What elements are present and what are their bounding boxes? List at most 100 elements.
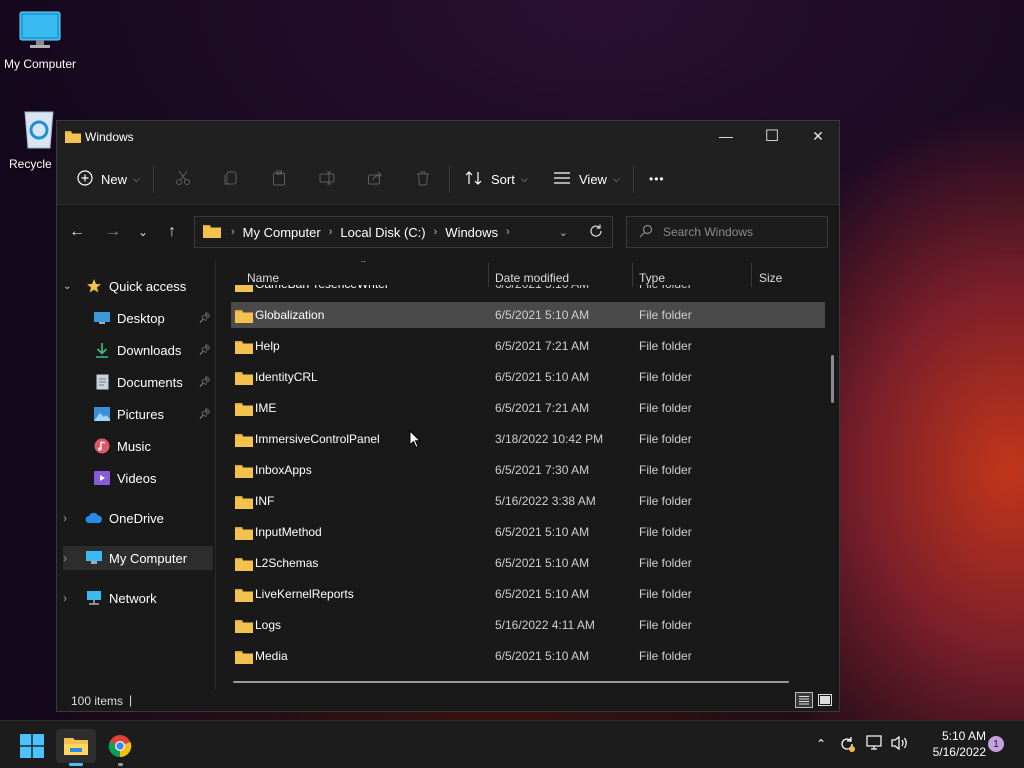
file-date-modified: 6/5/2021 5:10 AM — [495, 587, 590, 601]
chrome-icon — [108, 735, 132, 758]
file-row[interactable]: ImmersiveControlPanel 3/18/2022 10:42 PM F… — [231, 426, 825, 452]
sidebar-item-desktop[interactable]: Desktop 📌︎ — [63, 306, 213, 330]
file-type: File folder — [639, 339, 692, 353]
file-row[interactable]: Logs 5/16/2022 4:11 AM File folder — [231, 612, 825, 638]
close-button[interactable]: ✕ — [795, 121, 841, 151]
sort-button[interactable]: Sort ⌵ — [465, 165, 528, 193]
monitor-icon — [0, 10, 80, 53]
taskbar-chrome[interactable] — [100, 729, 140, 766]
sidebar-item-quick-access[interactable]: ⌄ Quick access — [63, 274, 213, 298]
file-date-modified: 6/5/2021 5:10 AM — [495, 525, 590, 539]
sync-icon[interactable] — [838, 735, 856, 756]
file-date-modified: 5/16/2022 4:11 AM — [495, 618, 595, 632]
network-status-icon[interactable] — [866, 735, 884, 754]
file-row[interactable]: Help 6/5/2021 7:21 AM File folder — [231, 333, 825, 359]
back-button[interactable]: ← — [67, 223, 87, 241]
tiles-view-icon — [818, 694, 832, 706]
volume-icon[interactable] — [890, 735, 910, 754]
sidebar-item-music[interactable]: Music — [63, 434, 213, 458]
rename-button[interactable] — [319, 165, 335, 193]
new-button[interactable]: New ⌵ — [77, 165, 140, 193]
sidebar-item-network[interactable]: › Network — [63, 586, 213, 610]
maximize-icon: ☐ — [764, 128, 780, 145]
file-row[interactable]: Media 6/5/2021 5:10 AM File folder — [231, 643, 825, 669]
column-label: Type — [639, 271, 666, 285]
minimize-button[interactable]: — — [703, 121, 749, 151]
up-button[interactable]: ↑ — [162, 223, 182, 241]
desktop-icon-my-computer[interactable]: My Computer — [0, 10, 80, 71]
file-row[interactable]: LiveKernelReports 6/5/2021 5:10 AM File fo… — [231, 581, 825, 607]
taskbar-file-explorer[interactable] — [56, 729, 96, 766]
address-bar[interactable]: › My Computer › Local Disk (C:) › Window… — [194, 216, 613, 248]
file-row[interactable]: InputMethod 6/5/2021 5:10 AM File folder — [231, 519, 825, 545]
file-row[interactable]: IdentityCRL 6/5/2021 5:10 AM File folder — [231, 364, 825, 390]
sidebar-item-downloads[interactable]: Downloads 📌︎ — [63, 338, 213, 362]
sidebar-item-my-computer-row[interactable]: › My Computer — [63, 546, 213, 570]
chevron-down-icon: ⌵ — [612, 173, 620, 184]
folder-icon — [235, 402, 253, 419]
minimize-icon: — — [719, 128, 733, 144]
breadcrumb-windows[interactable]: Windows — [445, 225, 498, 240]
folder-icon — [235, 495, 253, 512]
large-icons-view-button[interactable] — [817, 692, 833, 708]
title-bar[interactable]: Windows — ☐ ✕ — [57, 121, 839, 153]
copy-button[interactable] — [223, 165, 239, 193]
file-row[interactable]: L2Schemas 6/5/2021 5:10 AM File folder — [231, 550, 825, 576]
column-divider[interactable] — [751, 263, 752, 287]
file-row[interactable]: InboxApps 6/5/2021 7:30 AM File folder — [231, 457, 825, 483]
column-divider[interactable] — [488, 263, 489, 287]
clock[interactable]: 5:10 AM 5/16/2022 — [916, 728, 986, 760]
taskbar: ⌃ 5:10 AM 5/16/2022 1 — [0, 720, 1024, 768]
file-name: LiveKernelReports — [255, 587, 354, 601]
refresh-button[interactable] — [588, 223, 604, 242]
sidebar-item-label: Documents — [117, 374, 183, 390]
maximize-button[interactable]: ☐ — [749, 121, 795, 151]
sidebar-item-label: Quick access — [109, 278, 187, 294]
cut-button[interactable] — [175, 165, 191, 193]
start-button[interactable] — [12, 729, 52, 763]
delete-button[interactable] — [415, 165, 431, 193]
file-row[interactable]: IME 6/5/2021 7:21 AM File folder — [231, 395, 825, 421]
see-more-button[interactable]: ••• — [649, 165, 665, 193]
sidebar-item-documents[interactable]: Documents 📌︎ — [63, 370, 213, 394]
sidebar-item-pictures[interactable]: Pictures 📌︎ — [63, 402, 213, 426]
more-icon: ••• — [649, 172, 665, 186]
file-type: File folder — [639, 618, 692, 632]
breadcrumb-my-computer[interactable]: My Computer — [243, 225, 321, 240]
file-date-modified: 6/5/2021 5:10 AM — [495, 308, 590, 322]
file-row[interactable]: INF 5/16/2022 3:38 AM File folder — [231, 488, 825, 514]
horizontal-scrollbar-thumb[interactable] — [233, 681, 789, 683]
search-box[interactable]: Search Windows — [626, 216, 828, 248]
folder-icon — [65, 130, 81, 148]
pane-divider[interactable] — [215, 261, 216, 689]
view-button[interactable]: View ⌵ — [553, 165, 620, 193]
forward-button[interactable]: → — [103, 223, 123, 241]
file-explorer-window: Windows — ☐ ✕ New ⌵ Sort ⌵ View ⌵ ••• ← … — [56, 120, 840, 712]
file-type: File folder — [639, 494, 692, 508]
cloud-icon — [85, 510, 103, 526]
show-hidden-icons-button[interactable]: ⌃ — [816, 737, 826, 751]
view-label: View — [579, 171, 607, 187]
folder-icon — [235, 650, 253, 667]
breadcrumb-local-disk[interactable]: Local Disk (C:) — [340, 225, 425, 240]
sidebar-item-label: Network — [109, 590, 157, 606]
vertical-scrollbar-thumb[interactable] — [831, 355, 834, 403]
item-count: 100 items — [71, 694, 124, 708]
pin-icon: 📌︎ — [198, 312, 211, 324]
folder-icon — [235, 526, 253, 543]
file-type: File folder — [639, 556, 692, 570]
sidebar-item-onedrive[interactable]: › OneDrive — [63, 506, 213, 530]
details-view-button[interactable] — [795, 692, 813, 708]
view-list-icon — [553, 171, 571, 188]
recent-locations-button[interactable]: ⌄ — [133, 225, 153, 239]
toolbar-separator — [449, 165, 450, 193]
address-history-button[interactable]: ⌄ — [559, 226, 568, 239]
monitor-icon — [85, 550, 103, 566]
share-button[interactable] — [367, 165, 383, 193]
chevron-right-icon: › — [63, 511, 67, 525]
file-row[interactable]: Globalization 6/5/2021 5:10 AM File folder — [231, 302, 825, 328]
column-divider[interactable] — [632, 263, 633, 287]
sidebar-item-videos[interactable]: Videos — [63, 466, 213, 490]
paste-button[interactable] — [271, 165, 287, 193]
notification-badge[interactable]: 1 — [988, 736, 1004, 752]
